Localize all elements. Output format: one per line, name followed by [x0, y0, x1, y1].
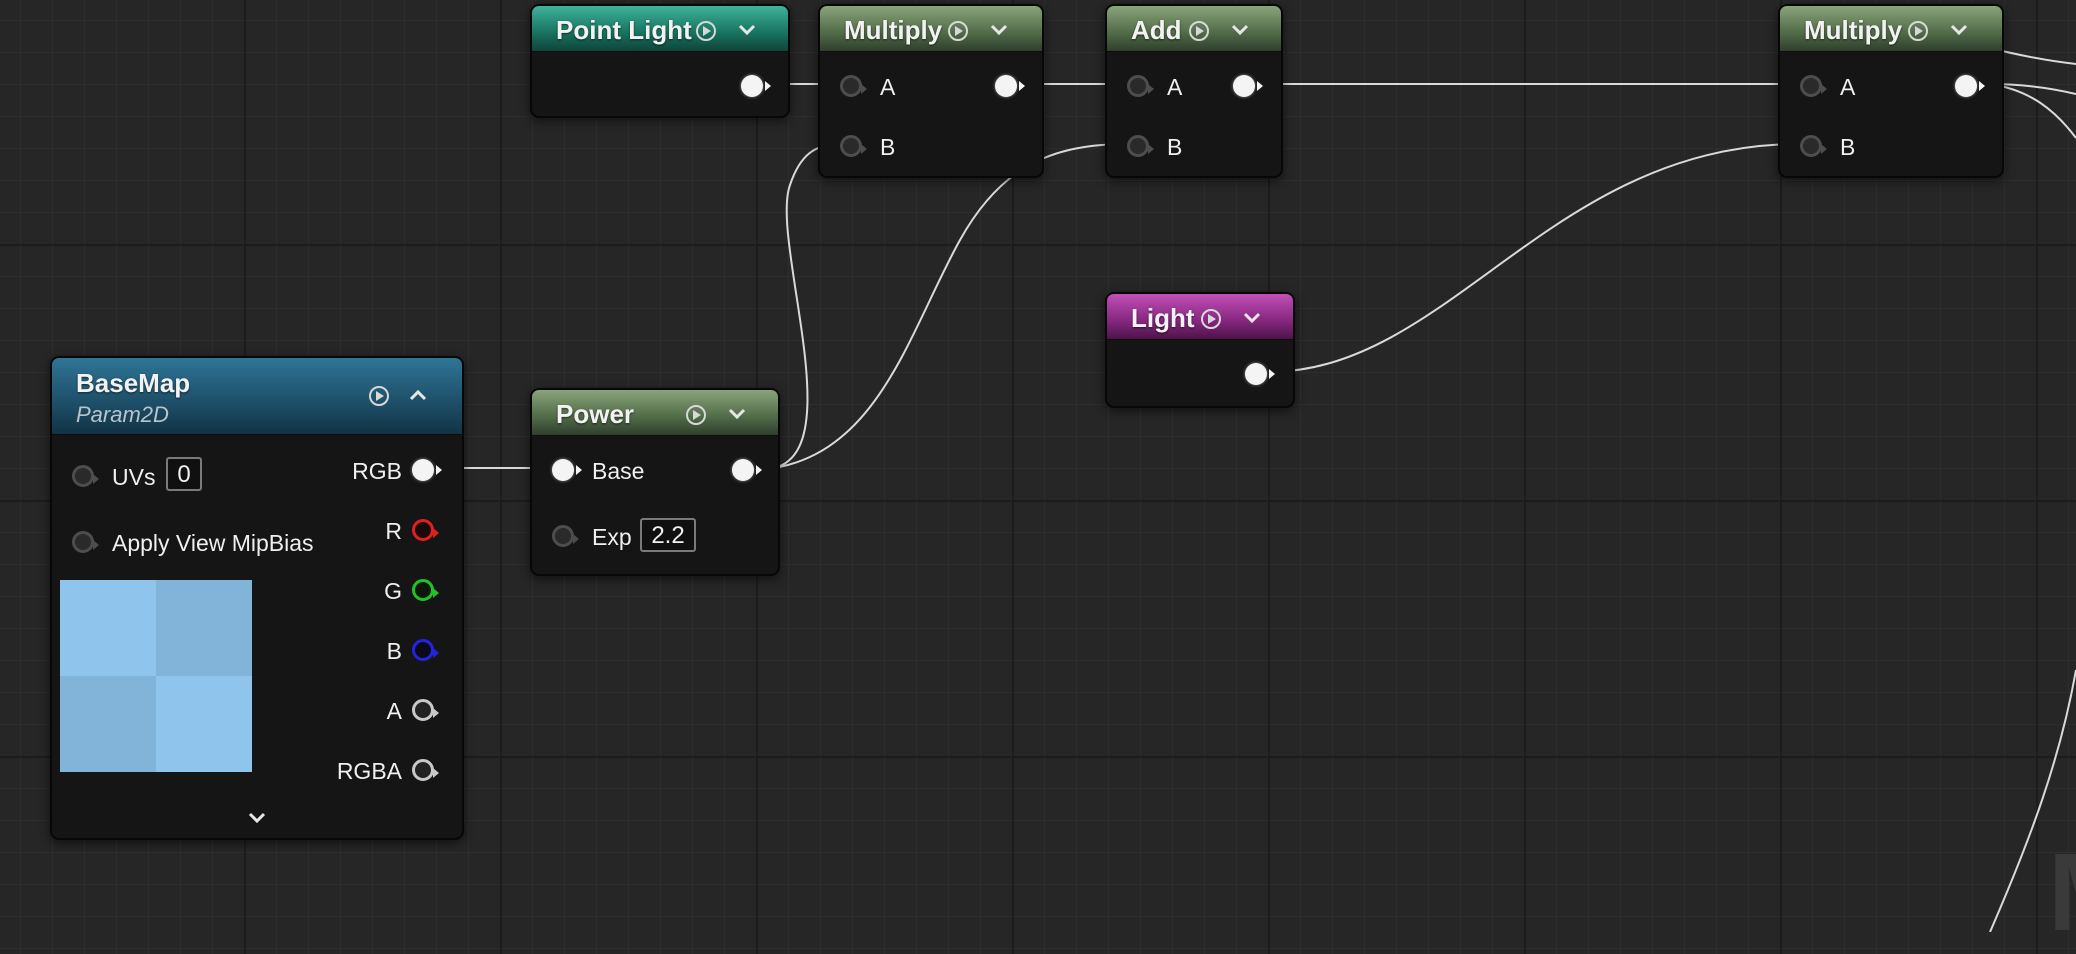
output-label-a: A [386, 698, 402, 724]
node-title: Power [556, 399, 635, 429]
wire-power-to-add-b [773, 143, 1128, 469]
output-pin-rgba[interactable] [412, 759, 439, 781]
output-pin[interactable] [1233, 75, 1263, 97]
node-header[interactable]: BaseMap Param2D [52, 358, 462, 435]
output-pin-r[interactable] [412, 519, 439, 541]
pin-label-b: B [1167, 134, 1183, 160]
light-node[interactable]: Light [1105, 292, 1295, 408]
wire-offscreen-bottom [1989, 669, 2076, 932]
input-pin-a[interactable] [1800, 75, 1827, 97]
output-label-rgb: RGB [352, 458, 402, 484]
input-pin-b[interactable] [1127, 135, 1154, 157]
input-pin-b[interactable] [840, 135, 867, 157]
wire-power-to-multiply-b [773, 143, 841, 469]
wire-light-to-multiply2-b [1267, 143, 1801, 373]
input-pin-uvs[interactable] [72, 465, 99, 487]
pin-label-base: Base [592, 458, 645, 484]
node-header[interactable]: Add [1107, 6, 1281, 52]
uvs-value-field[interactable]: 0 [166, 457, 202, 491]
preview-tile [60, 676, 156, 772]
pin-label-mipbias: Apply View MipBias [112, 530, 314, 556]
node-title: Multiply [844, 15, 943, 45]
chevron-down-icon[interactable] [1241, 306, 1263, 328]
node-header[interactable]: Power [532, 390, 778, 436]
multiply-node-2[interactable]: Multiply A B [1778, 4, 2004, 178]
pin-label-a: A [1167, 74, 1183, 100]
input-pin-b[interactable] [1800, 135, 1827, 157]
output-pin[interactable] [1955, 75, 1985, 97]
preview-tile [60, 580, 156, 676]
play-icon[interactable] [1908, 21, 1928, 41]
output-label-g: G [384, 578, 402, 604]
output-pin-rgb[interactable] [412, 459, 442, 481]
node-title: Multiply [1804, 15, 1903, 45]
input-pin-a[interactable] [1127, 75, 1154, 97]
chevron-down-icon[interactable] [1229, 18, 1251, 40]
output-pin[interactable] [995, 75, 1025, 97]
chevron-down-icon[interactable] [726, 402, 748, 424]
input-pin-a[interactable] [840, 75, 867, 97]
node-title: Point Light [556, 15, 692, 45]
output-pin-g[interactable] [412, 579, 439, 601]
output-label-r: R [385, 518, 402, 544]
play-icon[interactable] [948, 21, 968, 41]
chevron-down-icon[interactable] [736, 18, 758, 40]
play-icon[interactable] [1201, 309, 1221, 329]
pin-label-b: B [880, 134, 896, 160]
preview-tile [156, 580, 252, 676]
node-title: Add [1131, 15, 1182, 45]
input-pin-base[interactable] [552, 459, 582, 481]
node-subtitle: Param2D [76, 402, 169, 427]
preview-tile [156, 676, 252, 772]
pin-label-a: A [880, 74, 896, 100]
node-title: Light [1131, 303, 1195, 333]
texture-preview [60, 580, 252, 772]
play-icon[interactable] [686, 405, 706, 425]
input-pin-exp[interactable] [552, 525, 579, 547]
chevron-down-icon[interactable] [988, 18, 1010, 40]
node-header[interactable]: Multiply [1780, 6, 2002, 52]
output-label-b: B [386, 638, 402, 664]
node-header[interactable]: Point Light [532, 6, 788, 52]
play-icon[interactable] [369, 386, 389, 406]
output-label-rgba: RGBA [336, 758, 402, 784]
multiply-node[interactable]: Multiply A B [818, 4, 1044, 178]
pin-label-b: B [1840, 134, 1856, 160]
input-pin-mipbias[interactable] [72, 531, 99, 553]
output-pin[interactable] [732, 459, 762, 481]
node-header[interactable]: Light [1107, 294, 1293, 340]
node-title: BaseMap [76, 368, 191, 398]
chevron-down-icon[interactable] [1948, 18, 1970, 40]
chevron-up-icon[interactable] [407, 384, 429, 406]
basemap-node[interactable]: BaseMap Param2D UVs 0 Apply View MipBias… [50, 356, 464, 840]
output-pin[interactable] [1245, 363, 1275, 385]
chevron-down-icon[interactable] [245, 805, 269, 829]
play-icon[interactable] [696, 21, 716, 41]
exp-value-field[interactable]: 2.2 [640, 518, 696, 552]
output-pin[interactable] [741, 75, 771, 97]
output-pin-b[interactable] [412, 639, 439, 661]
power-node[interactable]: Power Base Exp 2.2 [530, 388, 780, 576]
pin-label-exp: Exp [592, 524, 632, 550]
output-pin-a[interactable] [412, 699, 439, 721]
play-icon[interactable] [1189, 21, 1209, 41]
pin-label-a: A [1840, 74, 1856, 100]
node-header[interactable]: Multiply [820, 6, 1042, 52]
pin-label-uvs: UVs [112, 464, 156, 490]
add-node[interactable]: Add A B [1105, 4, 1283, 178]
point-light-node[interactable]: Point Light [530, 4, 790, 118]
